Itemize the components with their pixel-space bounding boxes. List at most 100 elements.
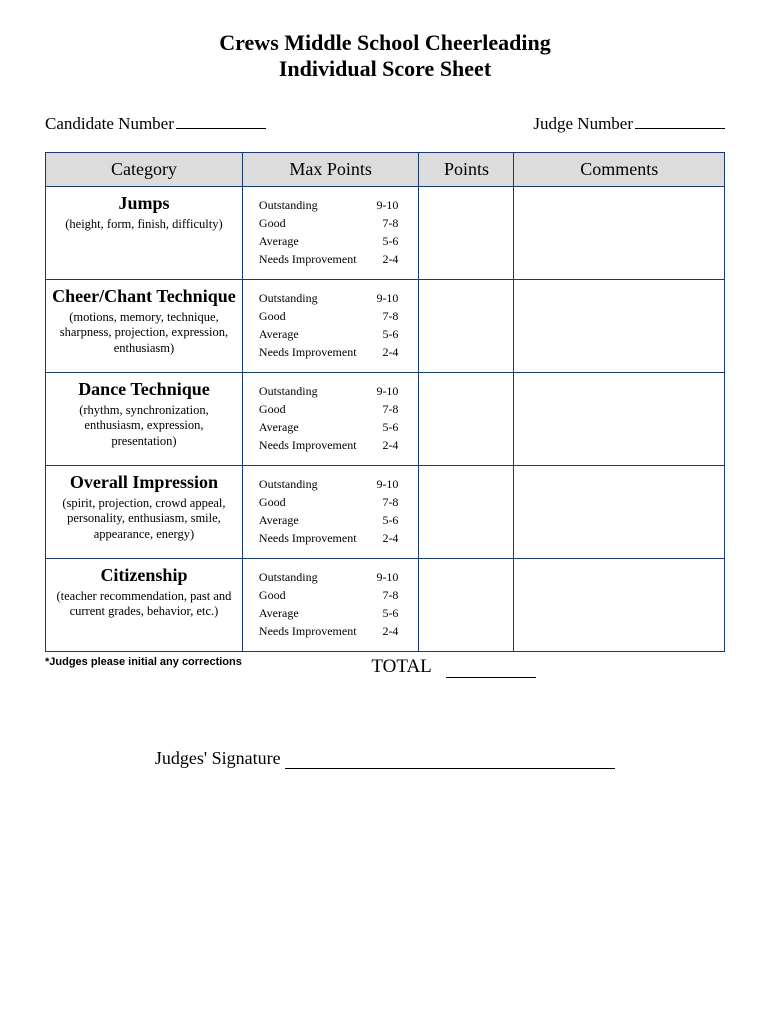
signature-blank[interactable]: [285, 751, 615, 769]
header-comments: Comments: [514, 152, 725, 186]
points-cell[interactable]: [419, 186, 514, 279]
table-row: Jumps(height, form, finish, difficulty) O…: [46, 186, 725, 279]
comments-cell[interactable]: [514, 558, 725, 651]
points-cell[interactable]: [419, 279, 514, 372]
rubric-range: 9-10: [376, 198, 408, 213]
rubric-label: Outstanding: [259, 384, 318, 399]
max-points-cell: Outstanding 9-10 Good 7-8 Average 5-6 Needs Im…: [242, 186, 419, 279]
rubric-range: 9-10: [376, 384, 408, 399]
header-category: Category: [46, 152, 243, 186]
comments-cell[interactable]: [514, 186, 725, 279]
max-points-cell: Outstanding9-10Good7-8Average5-6Needs Im…: [242, 279, 419, 372]
judge-field: Judge Number: [533, 110, 725, 134]
rubric-row: Good 7-8: [259, 494, 409, 512]
rubric-range: 2-4: [382, 531, 408, 546]
rubric-range: 9-10: [376, 291, 408, 306]
rubric-range: 7-8: [382, 402, 408, 417]
rubric-label: Good: [259, 216, 286, 231]
signature-row: Judges' Signature: [45, 748, 725, 769]
rubric-label: Good: [259, 495, 286, 510]
category-desc: (height, form, finish, difficulty): [52, 217, 236, 233]
rubric-range: 5-6: [382, 234, 408, 249]
rubric-label: Average: [259, 420, 299, 435]
rubric-label: Outstanding: [259, 477, 318, 492]
rubric-label: Average: [259, 234, 299, 249]
rubric-range: 7-8: [382, 495, 408, 510]
comments-cell[interactable]: [514, 372, 725, 465]
category-cell: Dance Technique (rhythm, synchronization,…: [46, 372, 243, 465]
rubric-label: Outstanding: [259, 198, 318, 213]
identity-fields: Candidate Number Judge Number: [45, 110, 725, 134]
rubric-range: 7-8: [382, 216, 408, 231]
header-max-points: Max Points: [242, 152, 419, 186]
rubric-range: 2-4: [382, 624, 408, 639]
category-desc: (teacher recommendation, past and curren…: [52, 589, 236, 620]
category-desc: (motions, memory, technique, sharpness, …: [52, 310, 236, 357]
rubric-range: 2-4: [382, 345, 408, 360]
comments-cell[interactable]: [514, 465, 725, 558]
rubric-row: Good7-8: [259, 587, 409, 605]
footer-row: *Judges please initial any corrections T…: [45, 656, 725, 678]
rubric-range: 5-6: [382, 513, 408, 528]
header-points: Points: [419, 152, 514, 186]
signature-label: Judges' Signature: [155, 748, 281, 768]
table-row: Dance Technique (rhythm, synchronization,…: [46, 372, 725, 465]
rubric-range: 2-4: [382, 438, 408, 453]
candidate-label: Candidate Number: [45, 114, 174, 134]
rubric-range: 7-8: [382, 588, 408, 603]
rubric-row: Average 5-6: [259, 512, 409, 530]
category-name: Citizenship: [52, 565, 236, 586]
rubric-range: 9-10: [376, 570, 408, 585]
category-cell: Overall Impression (spirit, projection, c…: [46, 465, 243, 558]
rubric-row: Needs Improvement2-4: [259, 344, 409, 362]
title-block: Crews Middle School Cheerleading Individ…: [45, 30, 725, 82]
rubric-row: Needs Improvement2-4: [259, 251, 409, 269]
rubric-row: Needs Improvement 2-4: [259, 530, 409, 548]
points-cell[interactable]: [419, 558, 514, 651]
rubric-row: Outstanding9-10: [259, 476, 409, 494]
rubric-range: 5-6: [382, 606, 408, 621]
rubric-label: Needs Improvement: [259, 624, 357, 639]
table-row: Overall Impression (spirit, projection, c…: [46, 465, 725, 558]
max-points-cell: Outstanding9-10Good 7-8 Average 5-6 Needs Im…: [242, 465, 419, 558]
total-label: TOTAL: [371, 656, 431, 678]
rubric-label: Outstanding: [259, 570, 318, 585]
total-blank[interactable]: [446, 662, 536, 678]
rubric-row: Needs Improvement 2-4: [259, 437, 409, 455]
table-row: Cheer/Chant Technique (motions, memory, t…: [46, 279, 725, 372]
total-area: TOTAL: [371, 656, 725, 678]
rubric-label: Needs Improvement: [259, 438, 357, 453]
score-table: Category Max Points Points Comments Jump…: [45, 152, 725, 652]
category-name: Overall Impression: [52, 472, 236, 493]
rubric-range: 2-4: [382, 252, 408, 267]
category-name: Dance Technique: [52, 379, 236, 400]
comments-cell[interactable]: [514, 279, 725, 372]
category-desc: (rhythm, synchronization, enthusiasm, ex…: [52, 403, 236, 450]
rubric-row: Outstanding 9-10: [259, 383, 409, 401]
rubric-row: Average 5-6: [259, 326, 409, 344]
rubric-row: Good 7-8: [259, 215, 409, 233]
rubric-row: Outstanding 9-10: [259, 197, 409, 215]
category-name: Cheer/Chant Technique: [52, 286, 236, 307]
max-points-cell: Outstanding9-10Good7-8Average5-6Needs Im…: [242, 372, 419, 465]
rubric-label: Good: [259, 309, 286, 324]
points-cell[interactable]: [419, 372, 514, 465]
rubric-range: 5-6: [382, 327, 408, 342]
category-desc: (spirit, projection, crowd appeal, perso…: [52, 496, 236, 543]
category-cell: Jumps(height, form, finish, difficulty): [46, 186, 243, 279]
rubric-range: 7-8: [382, 309, 408, 324]
points-cell[interactable]: [419, 465, 514, 558]
rubric-label: Average: [259, 513, 299, 528]
title-line1: Crews Middle School Cheerleading: [45, 30, 725, 56]
rubric-label: Average: [259, 327, 299, 342]
candidate-blank[interactable]: [176, 110, 266, 129]
judge-blank[interactable]: [635, 110, 725, 129]
table-row: Citizenship (teacher recommendation, past…: [46, 558, 725, 651]
rubric-label: Needs Improvement: [259, 531, 357, 546]
rubric-row: Good 7-8: [259, 308, 409, 326]
max-points-cell: Outstanding9-10Good7-8Average5-6Needs Im…: [242, 558, 419, 651]
rubric-row: Needs Improvement 2-4: [259, 623, 409, 641]
category-cell: Citizenship (teacher recommendation, past…: [46, 558, 243, 651]
judge-label: Judge Number: [533, 114, 633, 134]
rubric-row: Outstanding 9-10: [259, 569, 409, 587]
